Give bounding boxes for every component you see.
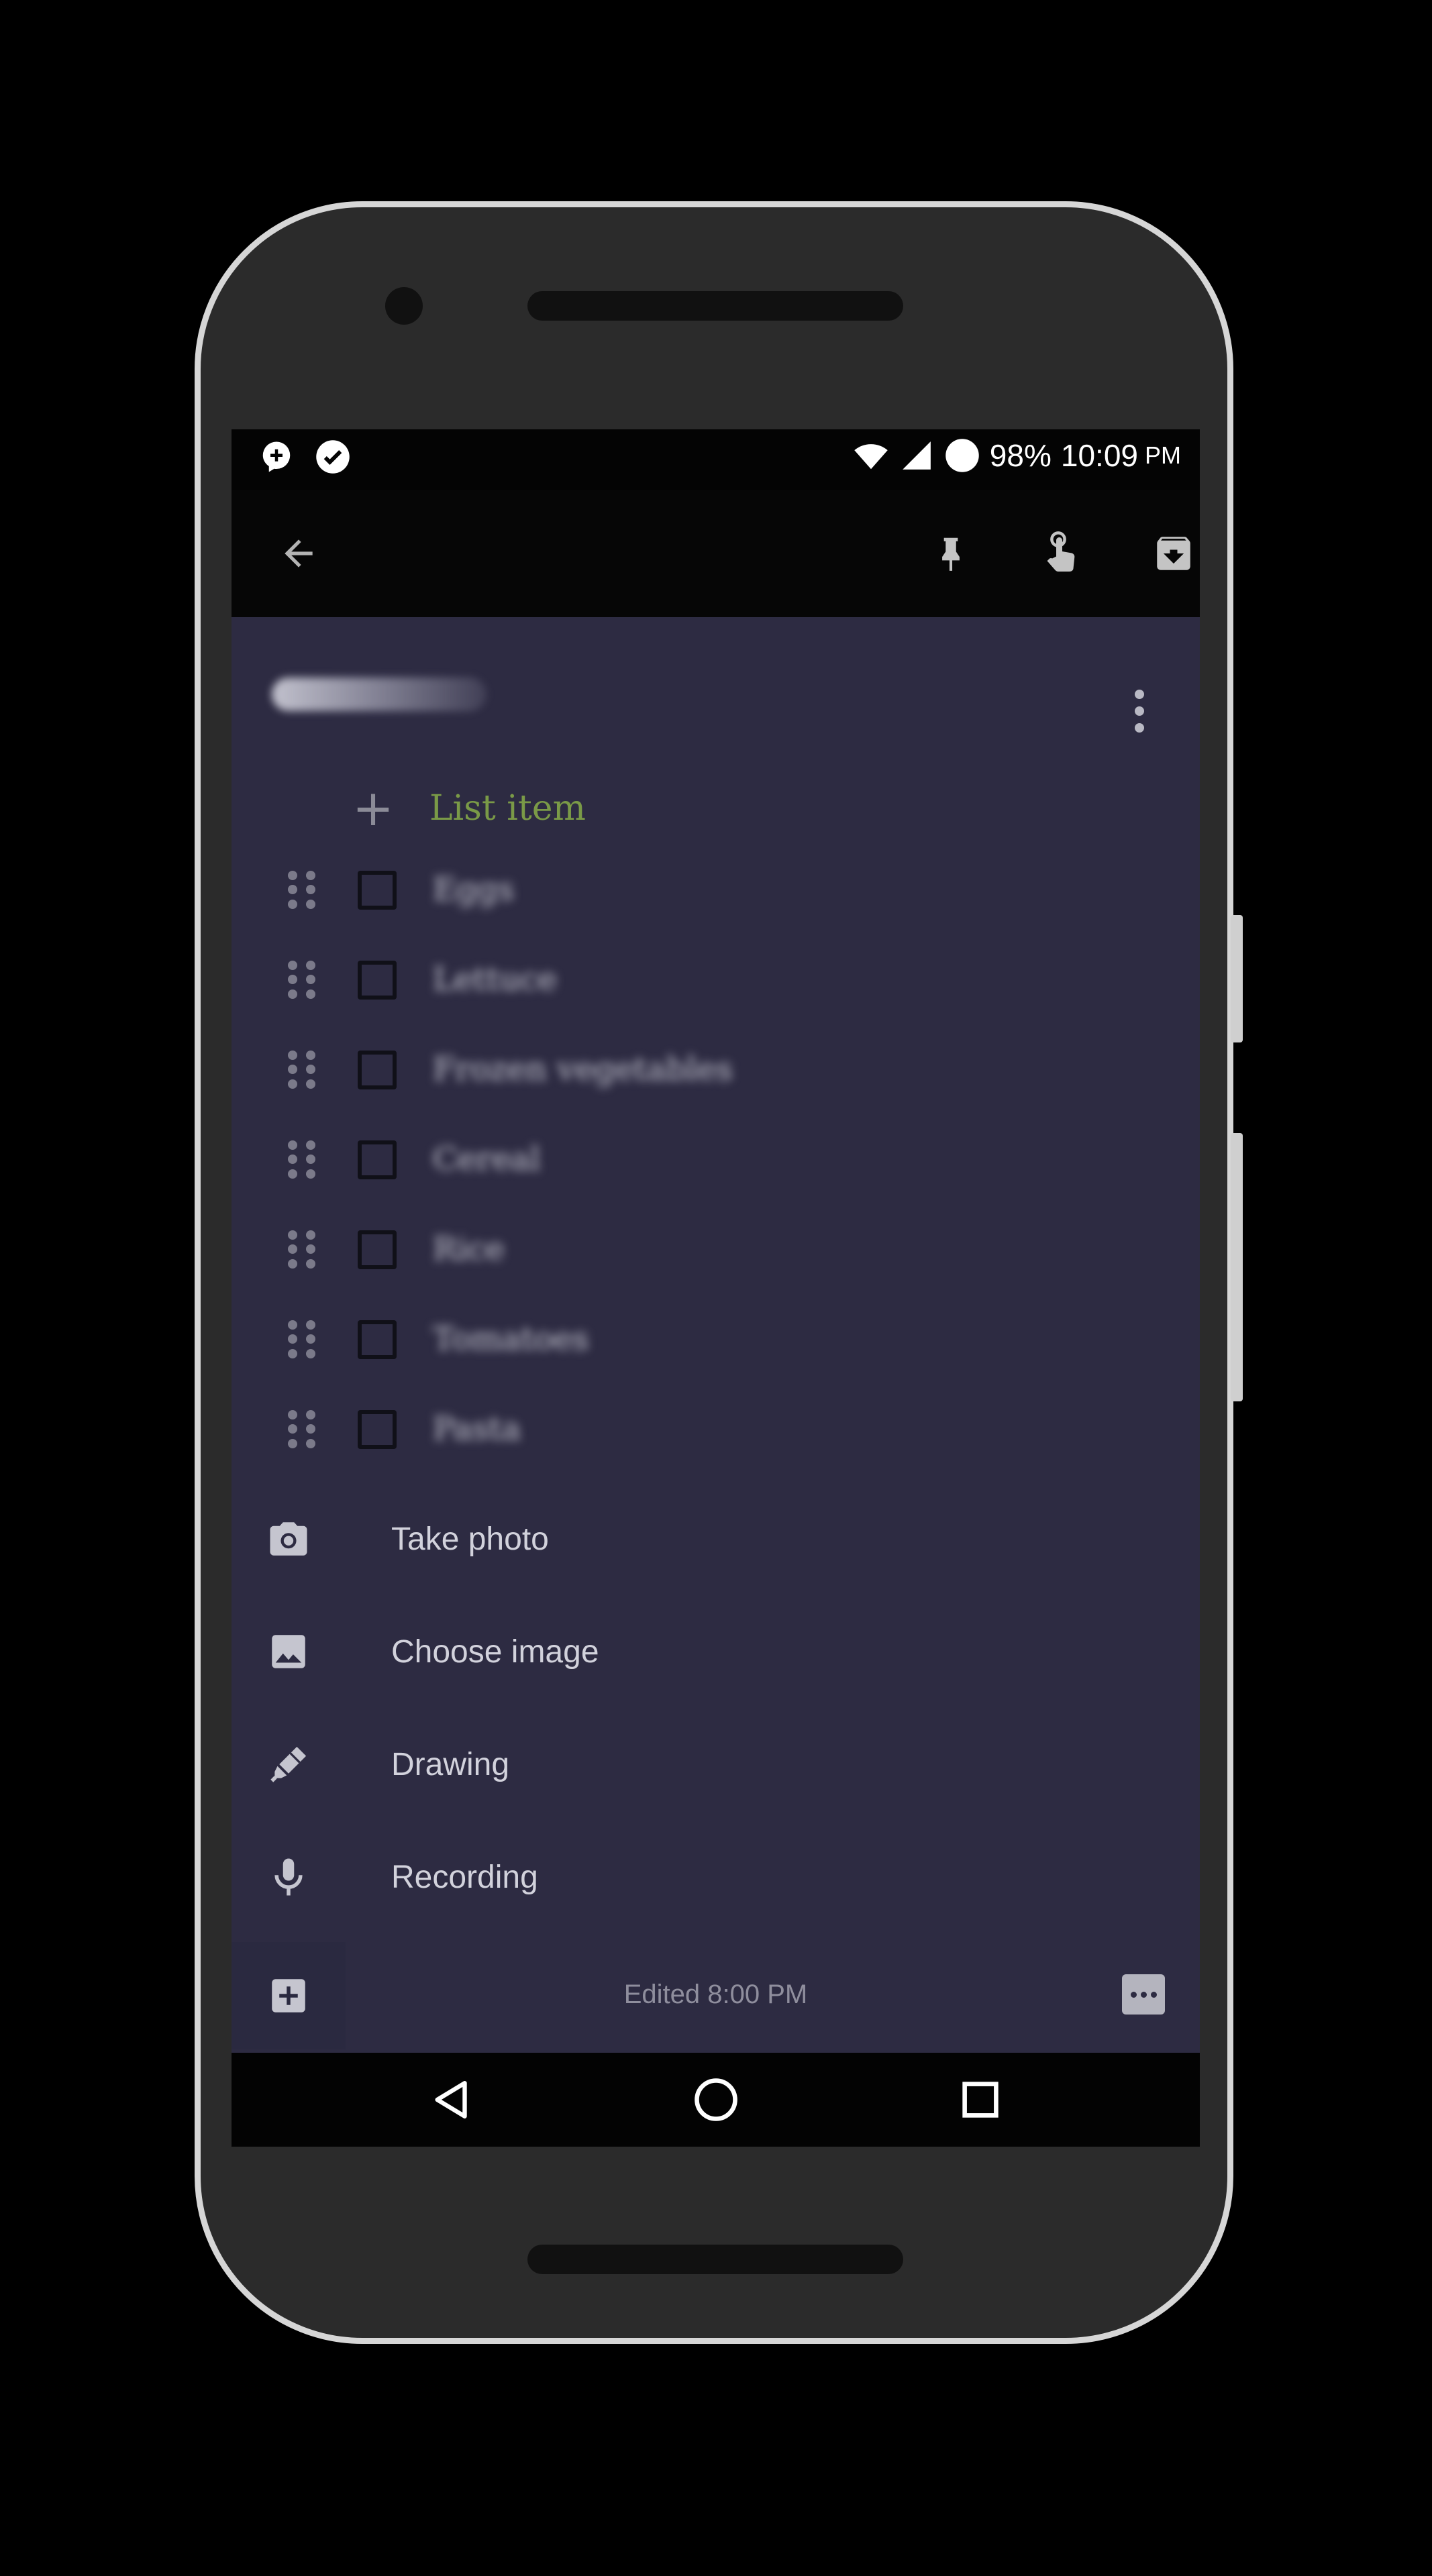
drag-handle-icon[interactable] <box>288 1410 317 1449</box>
more-vert-icon <box>1135 690 1144 699</box>
volume-button <box>1231 1133 1243 1401</box>
battery-icon <box>944 437 980 474</box>
more-horiz-icon <box>1130 1991 1137 1998</box>
app-bar <box>232 490 1200 617</box>
power-button <box>1231 915 1243 1042</box>
list-item: Pasta <box>232 1383 1200 1473</box>
list-item: Cereal <box>232 1114 1200 1203</box>
item-text[interactable]: Rice <box>433 1230 505 1268</box>
check-circle-notification-icon <box>315 439 351 475</box>
choose-image-option[interactable]: Choose image <box>232 1595 1200 1708</box>
list-item: Eggs <box>232 844 1200 934</box>
archive-icon <box>1157 537 1190 570</box>
nav-back-button[interactable] <box>426 2073 480 2127</box>
plus-icon: + <box>352 780 395 837</box>
microphone-icon <box>265 1854 312 1900</box>
item-checkbox[interactable] <box>358 1410 397 1449</box>
bottom-speaker <box>527 2245 903 2274</box>
circle-home-icon <box>695 2078 737 2121</box>
touch-reminder-icon <box>1047 531 1075 572</box>
cell-signal-icon <box>899 437 935 474</box>
clock-ampm: PM <box>1145 441 1181 469</box>
brush-icon <box>265 1741 312 1788</box>
checklist: Eggs Lettuce Frozen vegetables Cereal Ri… <box>232 844 1200 1473</box>
drag-handle-icon[interactable] <box>288 1320 317 1359</box>
list-item: Frozen vegetables <box>232 1024 1200 1114</box>
top-speaker <box>527 291 903 321</box>
recording-label: Recording <box>391 1859 538 1895</box>
add-list-item[interactable]: + List item <box>352 778 586 839</box>
recording-option[interactable]: Recording <box>232 1821 1200 1933</box>
item-checkbox[interactable] <box>358 961 397 1000</box>
battery-percent: 98% <box>989 438 1052 473</box>
drag-handle-icon[interactable] <box>288 871 317 910</box>
item-text[interactable]: Lettuce <box>433 961 557 998</box>
image-icon <box>265 1628 312 1675</box>
item-checkbox[interactable] <box>358 1320 397 1359</box>
nav-recents-button[interactable] <box>954 2073 1007 2127</box>
back-button[interactable] <box>265 520 332 587</box>
note-title[interactable] <box>272 678 487 711</box>
item-checkbox[interactable] <box>358 1051 397 1089</box>
camera-icon <box>265 1515 312 1562</box>
add-reminder-notification-icon <box>258 439 295 475</box>
take-photo-label: Take photo <box>391 1521 549 1557</box>
list-item: Tomatoes <box>232 1293 1200 1383</box>
note-bottom-bar: Edited 8:00 PM <box>232 1942 1200 2049</box>
drag-handle-icon[interactable] <box>288 1230 317 1269</box>
system-nav-bar <box>232 2053 1200 2147</box>
item-text[interactable]: Cereal <box>433 1140 540 1178</box>
choose-image-label: Choose image <box>391 1633 599 1670</box>
item-checkbox[interactable] <box>358 1140 397 1179</box>
clock: 10:09 <box>1060 438 1138 473</box>
screen: 98% 10:09 PM + List item Eggs Lettuce Fr… <box>232 429 1200 2147</box>
nav-home-button[interactable] <box>689 2073 743 2127</box>
item-text[interactable]: Eggs <box>433 871 514 908</box>
item-checkbox[interactable] <box>358 871 397 910</box>
add-content-menu: Take photo Choose image Drawing Recordin… <box>232 1483 1200 1933</box>
wifi-icon <box>853 437 889 474</box>
pin-icon <box>942 537 960 571</box>
list-item: Lettuce <box>232 934 1200 1024</box>
item-text[interactable]: Tomatoes <box>433 1320 589 1358</box>
take-photo-option[interactable]: Take photo <box>232 1483 1200 1595</box>
square-recents-icon <box>962 2082 999 2118</box>
pin-button[interactable] <box>917 520 984 587</box>
item-checkbox[interactable] <box>358 1230 397 1269</box>
note-overflow-menu-button[interactable] <box>1126 684 1153 738</box>
triangle-back-icon <box>435 2081 467 2118</box>
drawing-label: Drawing <box>391 1746 510 1782</box>
list-item: Rice <box>232 1203 1200 1293</box>
drag-handle-icon[interactable] <box>288 1051 317 1089</box>
reminder-button[interactable] <box>1029 520 1096 587</box>
item-text[interactable]: Pasta <box>433 1410 521 1448</box>
drawing-option[interactable]: Drawing <box>232 1708 1200 1821</box>
item-text[interactable]: Frozen vegetables <box>433 1051 733 1088</box>
add-list-item-label: List item <box>429 788 586 828</box>
arrow-back-icon <box>285 539 313 568</box>
drag-handle-icon[interactable] <box>288 1140 317 1179</box>
status-bar: 98% 10:09 PM <box>232 429 1200 490</box>
drag-handle-icon[interactable] <box>288 961 317 1000</box>
archive-button[interactable] <box>1140 520 1200 587</box>
edited-timestamp: Edited 8:00 PM <box>623 1980 808 2009</box>
more-options-button[interactable] <box>1122 1974 1165 2015</box>
front-camera <box>385 287 423 325</box>
